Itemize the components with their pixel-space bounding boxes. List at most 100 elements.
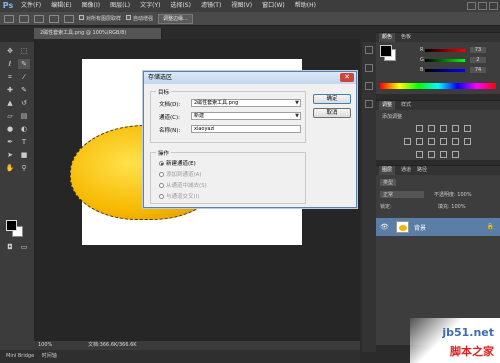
fill-control[interactable]: 填充: 100%: [438, 203, 466, 210]
foreground-color-swatch[interactable]: [6, 220, 17, 231]
zoom-level[interactable]: 100%: [38, 341, 52, 350]
color-spectrum[interactable]: [380, 83, 496, 89]
brush-size-icon[interactable]: [64, 14, 74, 23]
shape-tool-icon[interactable]: ■: [18, 150, 30, 160]
radio-selected-icon[interactable]: [159, 161, 164, 166]
color-lookup-icon[interactable]: [464, 138, 471, 145]
color-balance-icon[interactable]: [416, 138, 423, 145]
paragraph-panel-icon[interactable]: [365, 100, 373, 108]
blend-mode-select[interactable]: 正常: [380, 191, 424, 198]
lock-icon: 🔒: [486, 223, 494, 230]
crop-tool-icon[interactable]: ⌗: [4, 72, 16, 82]
menu-filter[interactable]: 滤镜(T): [196, 0, 226, 12]
gradient-map-icon[interactable]: [452, 151, 459, 158]
cancel-button[interactable]: 取消: [313, 108, 351, 118]
close-icon[interactable]: [489, 2, 498, 10]
add-to-channel-radio: 添加到通道(A): [159, 170, 202, 178]
blue-slider[interactable]: B 74: [420, 67, 490, 73]
green-slider[interactable]: G 2: [420, 57, 490, 63]
red-slider[interactable]: R 73: [420, 47, 490, 53]
subtract-selection-icon[interactable]: [49, 14, 59, 23]
hand-tool-icon[interactable]: ✋: [4, 163, 16, 173]
layer-name[interactable]: 背景: [414, 223, 426, 232]
channel-select[interactable]: 新建 ▼: [191, 112, 301, 120]
eye-icon[interactable]: 👁: [380, 223, 389, 231]
checkbox-icon[interactable]: [126, 15, 132, 20]
minimize-icon[interactable]: [467, 2, 476, 10]
character-panel-icon[interactable]: [365, 82, 373, 90]
layer-row[interactable]: 👁 背景 🔒: [376, 218, 500, 236]
radio-icon: [159, 172, 164, 177]
type-tool-icon[interactable]: T: [18, 137, 30, 147]
add-selection-icon[interactable]: [34, 14, 44, 23]
hue-saturation-icon[interactable]: [404, 138, 411, 145]
opacity-control[interactable]: 不透明度: 100%: [434, 191, 472, 198]
quick-select-tool-icon[interactable]: ✎: [18, 59, 30, 69]
menu-file[interactable]: 文件(F): [16, 0, 46, 12]
pen-tool-icon[interactable]: ✒: [4, 137, 16, 147]
mini-bridge-tab[interactable]: Mini Bridge: [6, 353, 34, 359]
eraser-tool-icon[interactable]: ▱: [4, 111, 16, 121]
checkbox-icon[interactable]: [79, 15, 84, 20]
menu-layer[interactable]: 图层(L): [105, 0, 135, 12]
screen-mode-icon[interactable]: ▭: [18, 242, 30, 252]
gradient-tool-icon[interactable]: ▤: [18, 111, 30, 121]
photo-filter-icon[interactable]: [440, 138, 447, 145]
document-select[interactable]: 2磁性套索工具.png ▼: [191, 99, 301, 107]
brush-tool-icon[interactable]: ✎: [18, 85, 30, 95]
menu-edit[interactable]: 编辑(E): [46, 0, 76, 12]
path-select-icon[interactable]: ➤: [4, 150, 16, 160]
curves-icon[interactable]: [440, 125, 447, 132]
menu-type[interactable]: 文字(Y): [135, 0, 165, 12]
tab-layers[interactable]: 图层: [379, 166, 396, 175]
name-input[interactable]: xiaoyazi: [191, 125, 301, 133]
menu-select[interactable]: 选择(S): [165, 0, 196, 12]
history-brush-icon[interactable]: ↺: [18, 98, 30, 108]
healing-tool-icon[interactable]: ✚: [4, 85, 16, 95]
new-channel-radio[interactable]: 新建通道(E): [159, 159, 196, 167]
brightness-icon[interactable]: [416, 125, 423, 132]
blur-tool-icon[interactable]: ●: [4, 124, 16, 134]
zoom-tool-icon[interactable]: ⚲: [18, 163, 30, 173]
move-tool-icon[interactable]: ✥: [4, 46, 16, 56]
channel-mixer-icon[interactable]: [452, 138, 459, 145]
timeline-tab[interactable]: 时间轴: [42, 353, 57, 359]
auto-enhance-option[interactable]: 自动增强: [126, 15, 153, 22]
tab-styles[interactable]: 样式: [401, 101, 411, 110]
layer-kind-filter[interactable]: 类型: [380, 179, 397, 186]
layers-tabs: 图层 通道 路径: [376, 166, 500, 175]
quick-mask-icon[interactable]: ◘: [4, 242, 16, 252]
sample-all-layers-option[interactable]: 对所有图层取样: [79, 15, 121, 22]
tab-paths[interactable]: 路径: [417, 166, 427, 175]
menu-help[interactable]: 帮助(H): [290, 0, 321, 12]
marquee-tool-icon[interactable]: ⬚: [18, 46, 30, 56]
posterize-icon[interactable]: [428, 151, 435, 158]
ok-button[interactable]: 确定: [313, 94, 351, 104]
menu-image[interactable]: 图像(I): [77, 0, 105, 12]
new-selection-icon[interactable]: [19, 14, 29, 23]
properties-panel-icon[interactable]: [365, 64, 373, 72]
lasso-tool-icon[interactable]: ℓ: [4, 59, 16, 69]
dodge-tool-icon[interactable]: ◐: [18, 124, 30, 134]
refine-edge-button[interactable]: 调整边缘...: [158, 13, 193, 24]
stamp-tool-icon[interactable]: ▲: [4, 98, 16, 108]
invert-icon[interactable]: [416, 151, 423, 158]
history-panel-icon[interactable]: [365, 46, 373, 54]
quick-select-tool-icon[interactable]: [4, 14, 14, 23]
panel-foreground-swatch[interactable]: [380, 45, 392, 57]
close-icon[interactable]: ✕: [340, 73, 354, 82]
vibrance-icon[interactable]: [464, 125, 471, 132]
tab-swatches[interactable]: 色板: [401, 33, 411, 42]
maximize-icon[interactable]: [478, 2, 487, 10]
tab-channels[interactable]: 通道: [401, 166, 411, 175]
tab-color[interactable]: 颜色: [379, 33, 396, 42]
tab-adjustments[interactable]: 调整: [379, 101, 396, 110]
eyedropper-tool-icon[interactable]: ⁄: [18, 72, 30, 82]
menu-view[interactable]: 视图(V): [226, 0, 257, 12]
document-tab[interactable]: 2磁性套索工具.png @ 100%(RGB/8): [34, 28, 162, 39]
menu-window[interactable]: 窗口(W): [257, 0, 290, 12]
black-white-icon[interactable]: [428, 138, 435, 145]
threshold-icon[interactable]: [440, 151, 447, 158]
levels-icon[interactable]: [428, 125, 435, 132]
exposure-icon[interactable]: [452, 125, 459, 132]
